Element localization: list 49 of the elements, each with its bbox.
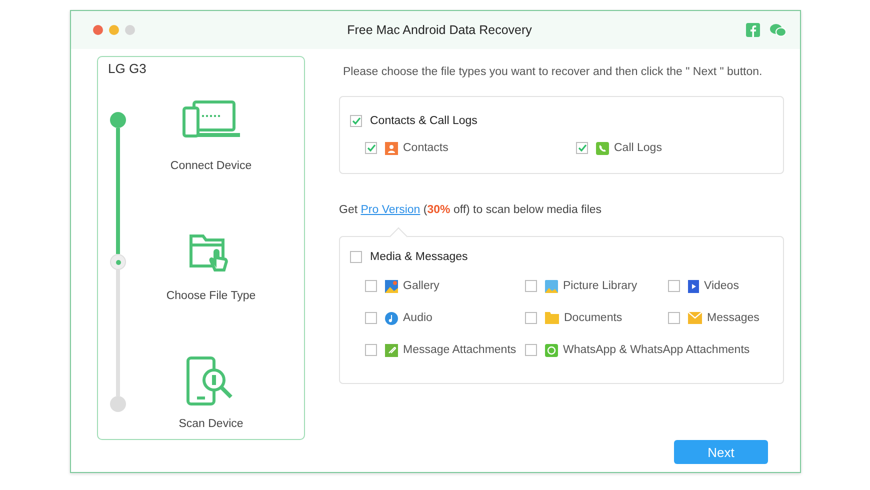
image-icon [385,280,398,292]
checkbox[interactable] [365,142,377,154]
checkbox[interactable] [668,280,680,292]
zoom-button[interactable] [125,25,135,35]
chat-bubble-icon [545,344,558,356]
video-icon [688,280,699,292]
image-icon [545,280,558,292]
file-type-label: Videos [704,280,739,292]
checkbox[interactable] [525,344,537,356]
window-title: Free Mac Android Data Recovery [346,23,533,37]
chat-icon[interactable] [770,23,786,37]
file-type-label: Gallery [403,280,440,292]
file-type-label: Messages [707,312,760,324]
checkbox[interactable] [365,344,377,356]
minimize-button[interactable] [109,25,119,35]
step-label: Connect Device [170,160,252,172]
next-button[interactable]: Next [674,440,768,464]
file-type-label: Audio [403,312,432,324]
checkbox[interactable] [365,312,377,324]
envelope-icon [688,312,702,324]
step-label: Scan Device [178,418,244,430]
instruction-text: Please choose the file types you want to recover and then click the " Next " button. [343,65,764,80]
checkbox[interactable] [576,142,588,154]
checkbox[interactable] [350,251,362,263]
checkbox[interactable] [668,312,680,324]
checkbox[interactable] [365,280,377,292]
checkbox[interactable] [525,312,537,324]
device-name: LG G3 [108,61,146,76]
pro-version-link[interactable]: Pro Version [360,204,420,216]
file-type-label: WhatsApp & WhatsApp Attachments [563,344,750,356]
checkbox[interactable] [350,115,362,127]
file-type-label: Picture Library [563,280,638,292]
promo-text: Get Pro Version (30% off) to scan below media files [339,204,603,216]
close-button[interactable] [93,25,103,35]
group-label: Contacts & Call Logs [370,115,478,127]
file-type-label: Contacts [403,142,448,154]
file-type-label: Call Logs [614,142,662,154]
file-type-label: Message Attachments [403,344,516,356]
contacts-icon [385,142,398,154]
folder-icon [545,312,559,324]
paperclip-icon [385,344,398,356]
phone-icon [596,142,609,154]
music-note-icon [385,312,398,324]
checkbox[interactable] [525,280,537,292]
facebook-icon[interactable] [746,23,760,37]
group-label: Media & Messages [370,251,468,263]
step-label: Choose File Type [166,290,256,302]
devices-icon [182,100,240,138]
file-type-label: Documents [564,312,622,324]
